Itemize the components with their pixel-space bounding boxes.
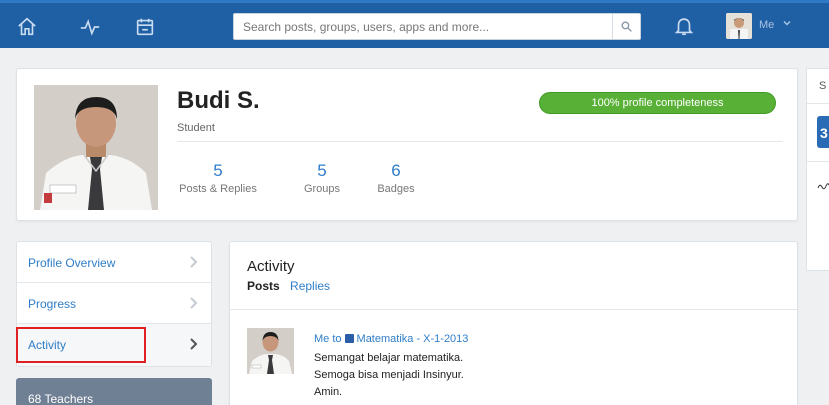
user-avatar[interactable] — [726, 13, 752, 39]
menu-item-label: Profile Overview — [28, 256, 116, 270]
stat-label: Groups — [303, 183, 341, 195]
right-side-panel: S 3 — [806, 68, 829, 271]
stat-label: Badges — [377, 183, 415, 195]
menu-item-progress[interactable]: Progress — [17, 283, 211, 324]
stat-groups[interactable]: 5 Groups — [299, 161, 345, 195]
stat-value[interactable]: 5 — [299, 161, 345, 181]
app-logo[interactable]: 3 — [817, 116, 829, 148]
group-color-icon — [344, 334, 354, 343]
chevron-down-icon[interactable] — [782, 18, 792, 28]
chevron-right-icon — [190, 297, 198, 309]
teachers-count-label: 68 Teachers — [28, 392, 94, 405]
post-text-line: Semangat belajar matematika. — [314, 352, 464, 364]
teachers-panel[interactable]: 68 Teachers — [16, 378, 212, 405]
stat-label: Posts & Replies — [179, 183, 257, 195]
activity-title: Activity — [247, 258, 295, 275]
profile-role: Student — [177, 122, 215, 134]
tab-replies[interactable]: Replies — [290, 279, 330, 293]
profile-name: Budi S. — [177, 87, 260, 114]
profile-completeness-bar: 100% profile completeness — [539, 92, 776, 114]
calendar-icon[interactable] — [132, 14, 158, 40]
user-menu-label[interactable]: Me — [759, 19, 774, 31]
post-author-link[interactable]: Me — [314, 333, 329, 345]
search-icon[interactable] — [612, 14, 640, 39]
menu-item-label: Progress — [28, 297, 77, 311]
profile-card: Budi S. Student 100% profile completenes… — [16, 68, 798, 221]
post-author-avatar[interactable] — [247, 328, 294, 374]
post-to-word: to — [332, 333, 342, 345]
side-panel-heading: S — [819, 80, 827, 92]
stat-value[interactable]: 6 — [373, 161, 419, 181]
post-text-line: Semoga bisa menjadi Insinyur. — [314, 369, 464, 381]
post-header: Me to Matematika - X-1-2013 — [314, 333, 468, 345]
chevron-right-icon — [190, 256, 198, 268]
home-icon[interactable] — [14, 14, 40, 40]
divider — [807, 161, 829, 162]
post-text-line: Amin. — [314, 386, 343, 398]
search-input[interactable] — [234, 14, 610, 39]
divider — [177, 141, 783, 142]
stat-badges[interactable]: 6 Badges — [373, 161, 419, 195]
activity-panel: Activity Posts Replies Me to Matematika -… — [229, 241, 798, 405]
activity-pulse-icon[interactable] — [77, 14, 103, 40]
menu-item-profile-overview[interactable]: Profile Overview — [17, 242, 211, 283]
divider — [807, 103, 829, 104]
search-box — [233, 13, 641, 40]
top-navigation-bar: Me — [0, 0, 829, 48]
activity-highlight-box — [16, 327, 146, 363]
activity-tabs: Posts Replies — [247, 279, 337, 293]
stat-value[interactable]: 5 — [173, 161, 263, 181]
notifications-bell-icon[interactable] — [673, 15, 695, 37]
stat-posts-replies[interactable]: 5 Posts & Replies — [173, 161, 263, 195]
chevron-right-icon — [190, 338, 198, 350]
signature-image — [817, 183, 829, 190]
profile-photo — [34, 85, 158, 210]
tab-posts[interactable]: Posts — [247, 279, 280, 293]
divider — [230, 309, 797, 310]
post-group-link[interactable]: Matematika - X-1-2013 — [357, 333, 469, 345]
